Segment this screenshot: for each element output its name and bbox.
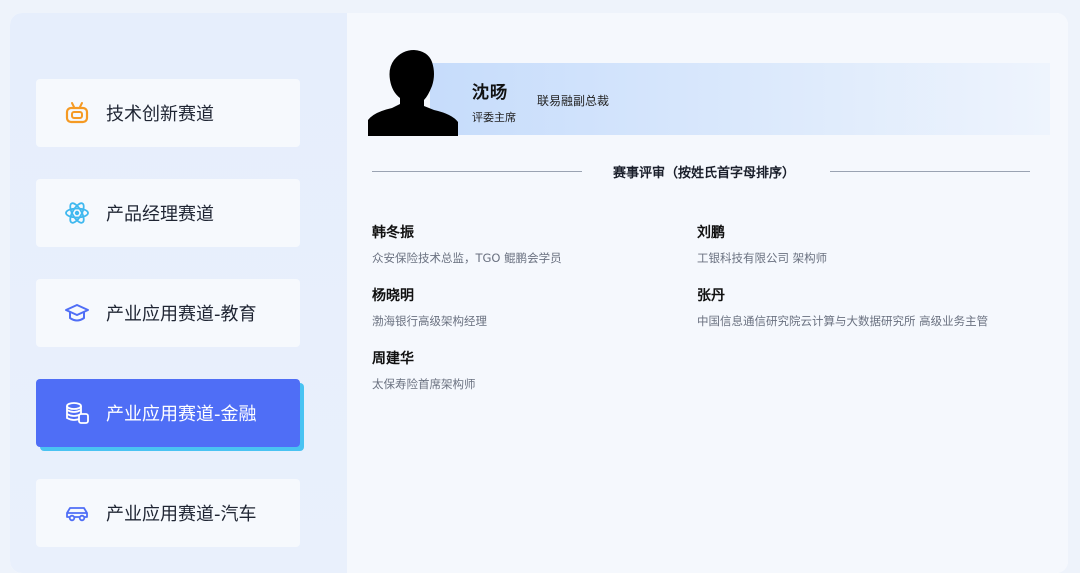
robot-icon [64,100,90,126]
nav-item-product-manager[interactable]: 产品经理赛道 [36,179,300,247]
judge-entry: 刘鹏 工银科技有限公司 架构师 [697,222,827,266]
section-heading: 赛事评审（按姓氏首字母排序） [612,166,795,181]
nav-item-label: 产业应用赛道-教育 [106,304,257,325]
graduation-cap-icon [64,300,90,326]
judge-desc: 中国信息通信研究院云计算与大数据研究所 高级业务主管 [697,314,989,328]
judge-desc: 渤海银行高级架构经理 [372,314,487,328]
judge-entry: 张丹 中国信息通信研究院云计算与大数据研究所 高级业务主管 [697,285,988,329]
judge-entry: 周建华 太保寿险首席架构师 [372,348,476,392]
divider-left [372,171,582,172]
car-icon [64,500,90,526]
nav-item-industry-automotive[interactable]: 产业应用赛道-汽车 [36,479,300,547]
judge-desc: 工银科技有限公司 架构师 [697,251,828,265]
divider-right [830,171,1030,172]
coins-stack-icon [64,400,90,426]
nav-item-label: 产业应用赛道-金融 [106,404,257,425]
chair-title: 联易融副总裁 [537,94,610,108]
nav-item-industry-education[interactable]: 产业应用赛道-教育 [36,279,300,347]
chair-name: 沈旸 [472,83,508,103]
nav-item-industry-finance[interactable]: 产业应用赛道-金融 [36,379,300,447]
avatar [368,50,458,136]
chair-role: 评委主席 [472,111,516,124]
judge-name: 韩冬振 [372,225,414,241]
judge-name: 张丹 [697,288,725,304]
nav-item-tech-innovation[interactable]: 技术创新赛道 [36,79,300,147]
judge-name: 刘鹏 [697,225,725,241]
judge-desc: 众安保险技术总监，TGO 鲲鹏会学员 [372,251,562,265]
judge-entry: 韩冬振 众安保险技术总监，TGO 鲲鹏会学员 [372,222,562,266]
nav-item-label: 产品经理赛道 [106,204,214,225]
chair-banner [430,63,1050,135]
nav-item-label: 产业应用赛道-汽车 [106,504,257,525]
judge-name: 杨晓明 [372,288,414,304]
judge-entry: 杨晓明 渤海银行高级架构经理 [372,285,487,329]
judge-name: 周建华 [372,351,414,367]
nav-item-label: 技术创新赛道 [106,104,214,125]
atom-icon [64,200,90,226]
judge-desc: 太保寿险首席架构师 [372,377,476,391]
